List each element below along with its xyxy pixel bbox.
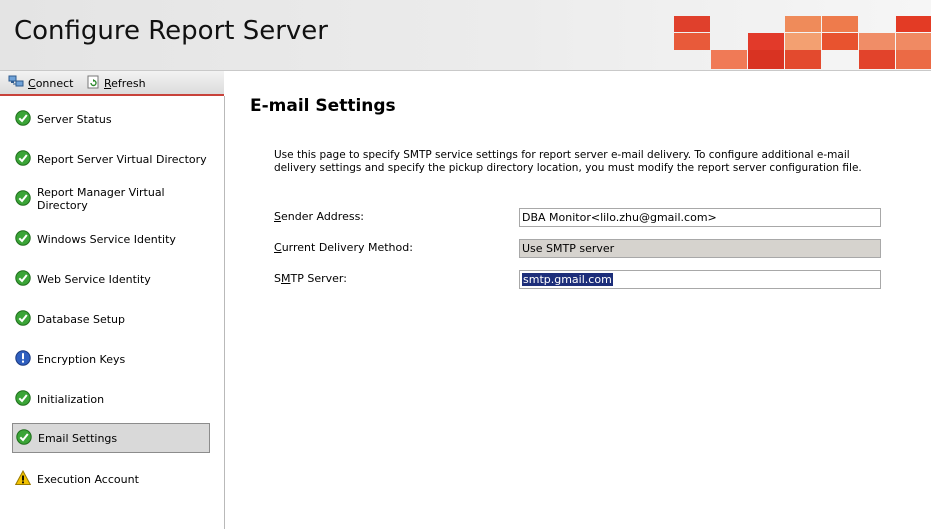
delivery-method-label: Current Delivery Method:	[274, 241, 413, 254]
title-banner: Configure Report Server	[0, 0, 931, 71]
smtp-server-label: SMTP Server:	[274, 272, 347, 285]
sidebar-item-server-status[interactable]: Server Status	[12, 104, 210, 134]
check-circle-icon	[15, 109, 31, 129]
sidebar-item-label: Report Manager Virtual Directory	[37, 186, 165, 212]
check-circle-icon	[16, 428, 32, 448]
refresh-label: Refresh	[104, 76, 146, 90]
sidebar-item-label: Web Service Identity	[37, 272, 151, 286]
sidebar-item-database-setup[interactable]: Database Setup	[12, 304, 210, 334]
connect-button[interactable]: Connect	[8, 75, 74, 91]
connect-label: Connect	[28, 76, 74, 90]
check-circle-icon	[15, 309, 31, 329]
page-title: E-mail Settings	[250, 96, 396, 116]
smtp-server-input[interactable]: smtp.gmail.com	[519, 270, 881, 289]
sidebar-item-report-server-virtual-directory[interactable]: Report Server Virtual Directory	[12, 144, 210, 174]
sidebar-item-label: Report Server Virtual Directory	[37, 152, 207, 166]
toolbar: Connect Refresh	[0, 71, 224, 96]
info-circle-icon	[15, 349, 31, 369]
warning-triangle-icon	[14, 469, 32, 489]
sender-address-input[interactable]: DBA Monitor<lilo.zhu@gmail.com>	[519, 208, 881, 227]
sidebar-item-email-settings[interactable]: Email Settings	[12, 423, 210, 453]
sidebar-item-label: Initialization	[37, 392, 105, 406]
delivery-method-field: Use SMTP server	[519, 239, 881, 258]
sidebar-item-label: Windows Service Identity	[37, 232, 176, 246]
refresh-button[interactable]: Refresh	[86, 75, 146, 91]
check-circle-icon	[15, 189, 31, 209]
check-circle-icon	[15, 389, 31, 409]
sidebar-item-label: Server Status	[37, 112, 112, 126]
sidebar-item-label: Email Settings	[38, 431, 118, 445]
refresh-icon	[86, 75, 100, 92]
sidebar-item-initialization[interactable]: Initialization	[12, 384, 210, 414]
sidebar-item-web-service-identity[interactable]: Web Service Identity	[12, 264, 210, 294]
smtp-server-value: smtp.gmail.com	[522, 273, 613, 286]
sidebar-item-encryption-keys[interactable]: Encryption Keys	[12, 344, 210, 374]
sidebar-item-label: Execution Account	[37, 472, 139, 486]
sender-address-label: Sender Address:	[274, 210, 365, 223]
connect-icon	[8, 75, 24, 92]
sidebar-item-label: Database Setup	[37, 312, 125, 326]
page-description: Use this page to specify SMTP service se…	[274, 149, 862, 174]
check-circle-icon	[15, 269, 31, 289]
app-title: Configure Report Server	[14, 16, 328, 46]
sidebar-item-execution-account[interactable]: Execution Account	[12, 464, 210, 494]
check-circle-icon	[15, 149, 31, 169]
sidebar-item-windows-service-identity[interactable]: Windows Service Identity	[12, 224, 210, 254]
check-circle-icon	[15, 229, 31, 249]
sidebar-item-label: Encryption Keys	[37, 352, 126, 366]
sidebar-item-report-manager-virtual-directory[interactable]: Report Manager Virtual Directory	[12, 184, 210, 214]
